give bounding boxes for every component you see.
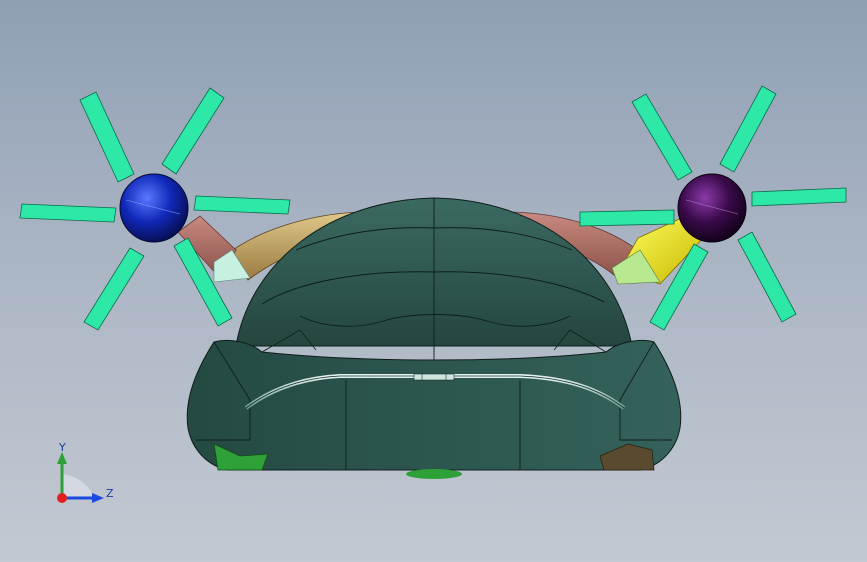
x-axis-icon (57, 493, 67, 503)
triad-xy-plane-icon (62, 474, 94, 498)
left-rotor[interactable] (19, 87, 291, 331)
y-axis-label: Y (58, 441, 66, 454)
axis-triad: Y Z (57, 441, 114, 503)
left-rotor-hub (119, 173, 189, 243)
cad-viewport[interactable] (0, 0, 867, 562)
right-rotor[interactable] (579, 85, 847, 331)
z-axis-label: Z (106, 487, 114, 500)
right-rotor-hub (677, 173, 747, 243)
